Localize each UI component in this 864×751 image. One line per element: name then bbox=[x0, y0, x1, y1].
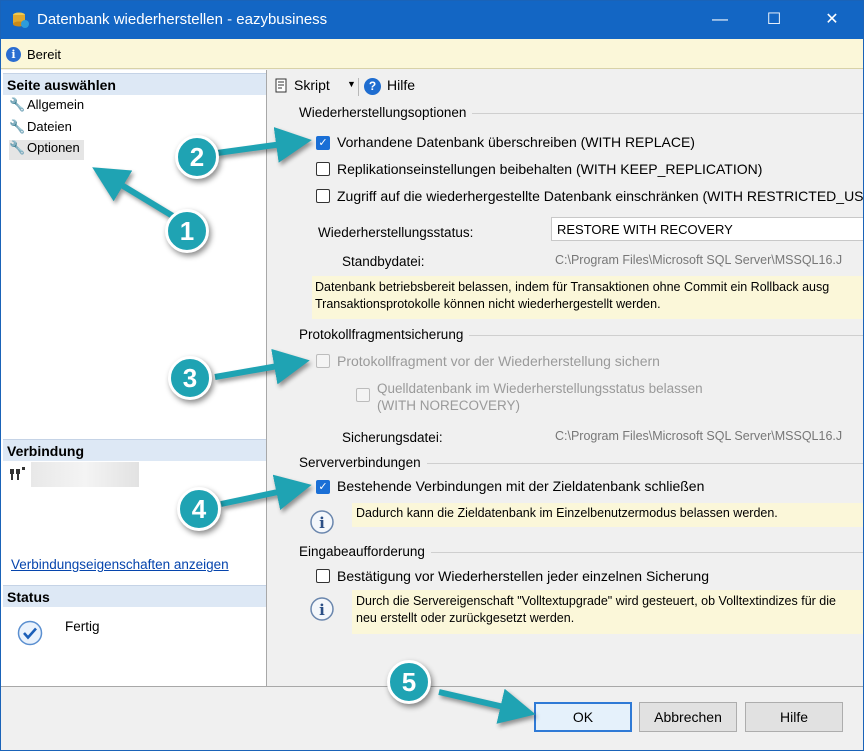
confirm-each-checkbox[interactable] bbox=[316, 569, 330, 583]
norecovery-label-line: (WITH NORECOVERY) bbox=[377, 398, 521, 413]
keep-replication-checkbox[interactable] bbox=[316, 162, 330, 176]
page-item-label: Dateien bbox=[27, 119, 72, 134]
cancel-button[interactable]: Abbrechen bbox=[639, 702, 737, 732]
norecovery-label-line: Quelldatenbank im Wiederherstellungsstat… bbox=[377, 381, 703, 396]
page-item-optionen[interactable]: 🔧 Optionen bbox=[9, 140, 84, 160]
confirm-each-label: Bestätigung vor Wiederherstellen jeder e… bbox=[337, 568, 709, 584]
norecovery-checkbox[interactable] bbox=[356, 388, 370, 402]
status-value: Fertig bbox=[65, 619, 100, 634]
page-item-label: Allgemein bbox=[27, 97, 85, 112]
script-icon bbox=[275, 78, 287, 93]
server-connections-header: Serververbindungen bbox=[299, 455, 427, 470]
info-icon: i bbox=[301, 593, 349, 625]
prompt-header: Eingabeaufforderung bbox=[299, 544, 431, 559]
page-item-allgemein[interactable]: 🔧 Allgemein bbox=[9, 97, 84, 117]
page-item-dateien[interactable]: 🔧 Dateien bbox=[9, 119, 72, 139]
restore-options-header: Wiederherstellungsoptionen bbox=[299, 105, 473, 120]
callout-badge-5: 5 bbox=[387, 660, 431, 704]
status-banner-text: Bereit bbox=[27, 47, 61, 62]
status-header: Status bbox=[3, 585, 266, 607]
standby-file-field[interactable]: C:\Program Files\Microsoft SQL Server\MS… bbox=[555, 253, 863, 267]
restricted-user-checkbox[interactable] bbox=[316, 189, 330, 203]
wrench-icon: 🔧 bbox=[9, 97, 26, 112]
left-pane: Seite auswählen 🔧 Allgemein 🔧 Dateien 🔧 Opt… bbox=[1, 70, 267, 686]
help-toolbar-button[interactable]: ? Hilfe bbox=[363, 76, 423, 96]
help-button[interactable]: Hilfe bbox=[745, 702, 843, 732]
restricted-user-label: Zugriff auf die wiederhergestellte Daten… bbox=[337, 188, 864, 204]
redacted-connection-name bbox=[31, 462, 139, 487]
with-replace-checkbox[interactable]: ✓ bbox=[316, 136, 330, 150]
help-toolbar-label: Hilfe bbox=[387, 77, 416, 93]
prompt-info: Durch die Servereigenschaft "Volltextupg… bbox=[352, 590, 863, 634]
svg-text:i: i bbox=[319, 601, 325, 619]
backup-tail-log-checkbox[interactable] bbox=[316, 354, 330, 368]
close-connections-checkbox[interactable]: ✓ bbox=[316, 480, 330, 494]
backup-file-label: Sicherungsdatei: bbox=[342, 430, 443, 445]
prompt-info-line: Durch die Servereigenschaft "Volltextupg… bbox=[356, 594, 836, 608]
callout-badge-1: 1 bbox=[165, 209, 209, 253]
toolbar-separator bbox=[358, 78, 359, 96]
wrench-icon: 🔧 bbox=[9, 119, 26, 134]
wrench-icon: 🔧 bbox=[9, 140, 26, 155]
maximize-button[interactable]: ☐ bbox=[751, 1, 797, 39]
recovery-state-select[interactable]: RESTORE WITH RECOVERY bbox=[551, 217, 863, 241]
callout-badge-4: 4 bbox=[177, 487, 221, 531]
backup-file-field[interactable]: C:\Program Files\Microsoft SQL Server\MS… bbox=[555, 429, 863, 443]
server-connections-info: Dadurch kann die Zieldatenbank im Einzel… bbox=[352, 503, 863, 527]
status-banner: i Bereit bbox=[1, 39, 863, 69]
svg-text:i: i bbox=[319, 514, 325, 532]
recovery-state-label: Wiederherstellungsstatus: bbox=[318, 225, 474, 240]
recovery-hint-box: Datenbank betriebsbereit belassen, indem… bbox=[312, 276, 863, 319]
keep-replication-label: Replikationseinstellungen beibehalten (W… bbox=[337, 161, 763, 177]
connection-properties-link[interactable]: Verbindungseigenschaften anzeigen bbox=[11, 557, 229, 572]
callout-badge-3: 3 bbox=[168, 356, 212, 400]
select-page-header: Seite auswählen bbox=[3, 73, 266, 95]
options-pane: Skript ▼ ? Hilfe Wiederherstellungsoptio… bbox=[268, 70, 864, 686]
close-connections-label: Bestehende Verbindungen mit der Zieldate… bbox=[337, 478, 705, 494]
info-icon: i bbox=[6, 47, 21, 62]
checkmark-icon bbox=[17, 620, 43, 646]
connection-header: Verbindung bbox=[3, 439, 266, 461]
app-icon bbox=[10, 10, 30, 30]
backup-tail-log-label: Protokollfragment vor der Wiederherstell… bbox=[337, 353, 660, 369]
info-icon: i bbox=[301, 506, 349, 538]
prompt-info-line: neu erstellt oder zurückgesetzt werden. bbox=[356, 611, 575, 625]
window-title: Datenbank wiederherstellen - eazybusines… bbox=[37, 11, 328, 28]
recovery-hint-line: Datenbank betriebsbereit belassen, indem… bbox=[315, 280, 830, 294]
minimize-button[interactable]: — bbox=[697, 1, 743, 39]
page-item-label: Optionen bbox=[27, 140, 80, 155]
standby-file-label: Standbydatei: bbox=[342, 254, 425, 269]
tail-log-header: Protokollfragmentsicherung bbox=[299, 327, 470, 342]
help-icon: ? bbox=[364, 78, 381, 95]
connection-icon bbox=[9, 466, 27, 482]
chevron-down-icon: ▼ bbox=[347, 79, 356, 89]
script-dropdown-button[interactable]: Skript ▼ bbox=[273, 76, 357, 96]
norecovery-label: Quelldatenbank im Wiederherstellungsstat… bbox=[377, 380, 703, 414]
ok-button[interactable]: OK bbox=[534, 702, 632, 732]
with-replace-label: Vorhandene Datenbank überschreiben (WITH… bbox=[337, 134, 695, 150]
script-label: Skript bbox=[294, 77, 330, 93]
close-button[interactable]: ✕ bbox=[809, 1, 855, 39]
recovery-hint-line: Transaktionsprotokolle können nicht wied… bbox=[315, 297, 661, 311]
restore-database-dialog: Datenbank wiederherstellen - eazybusines… bbox=[0, 0, 864, 751]
callout-badge-2: 2 bbox=[175, 135, 219, 179]
title-bar: Datenbank wiederherstellen - eazybusines… bbox=[1, 1, 863, 39]
